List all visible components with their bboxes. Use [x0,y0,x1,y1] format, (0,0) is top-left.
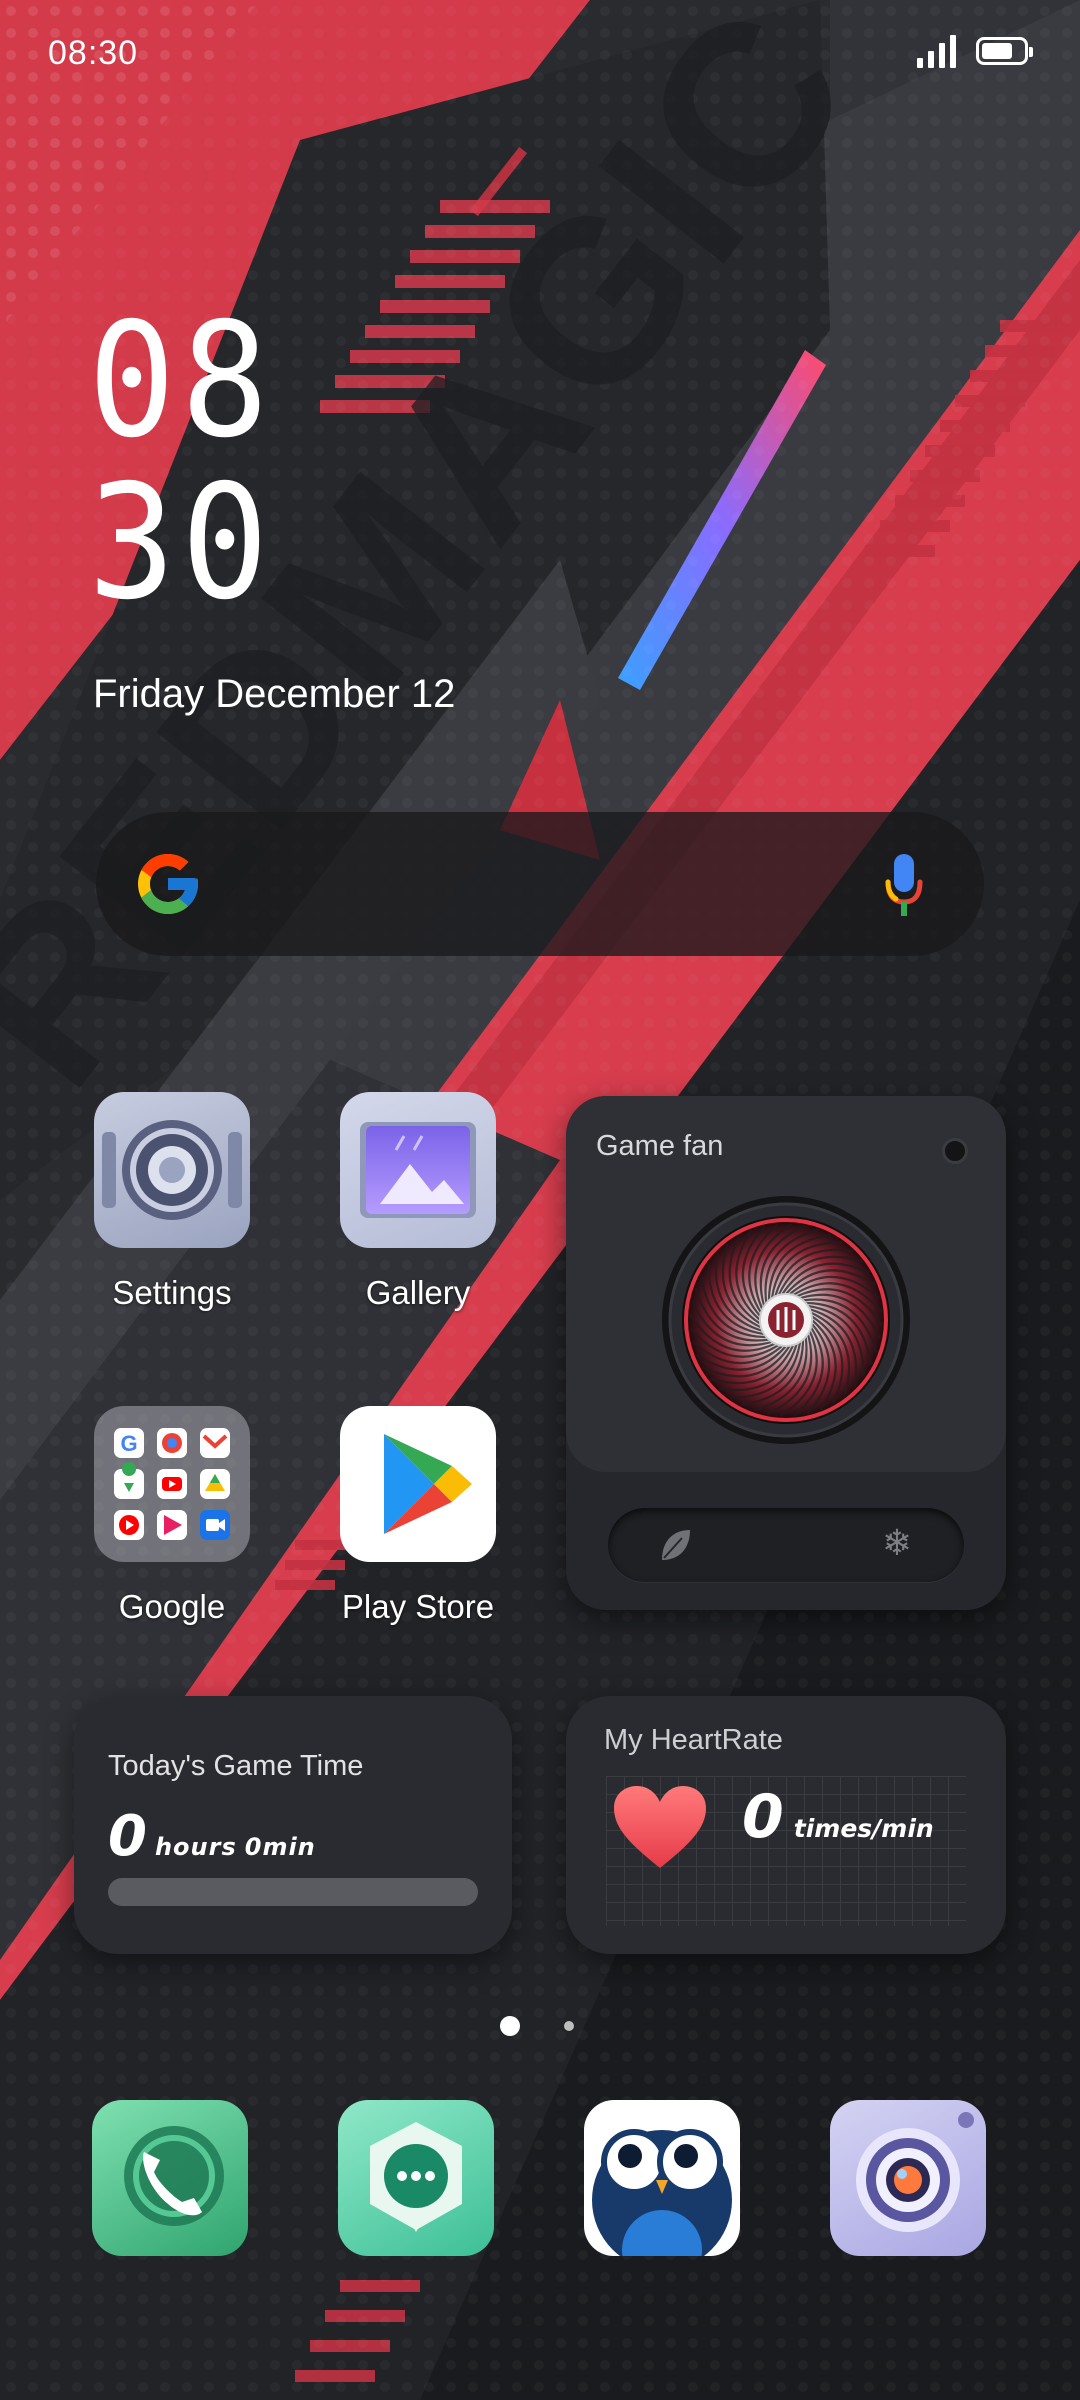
status-icons [917,34,1033,68]
dock-owl-app[interactable] [584,2100,740,2256]
app-label: Play Store [341,1588,495,1625]
game-time-hours: 0 [108,1804,147,1869]
heart-rate-number: 0 [742,1782,784,1852]
heart-rate-title: My HeartRate [604,1724,783,1756]
game-time-value: 0 hours 0min [108,1804,316,1869]
status-time: 08:30 [48,34,139,72]
dock-phone[interactable] [92,2100,248,2256]
camera-icon [856,2112,974,2232]
snowflake-icon[interactable]: ❄ [882,1522,912,1564]
dock-camera[interactable] [830,2100,986,2256]
heart-rate-value: 0 times/min [742,1782,934,1852]
clock-minutes: 30 [88,451,275,635]
app-label: Settings [112,1274,232,1311]
battery-icon [976,37,1033,65]
game-time-widget[interactable]: Today's Game Time 0 hours 0min [74,1696,512,1954]
leaf-icon[interactable] [658,1526,694,1564]
signal-icon [917,34,956,68]
page-dot [564,2021,574,2031]
clock-widget[interactable]: 08 30 [88,300,290,624]
fan-status-dot [942,1138,968,1164]
dock-messages[interactable] [338,2100,494,2256]
app-gallery[interactable]: Gallery [338,1092,498,1312]
svg-text:G: G [120,1431,137,1456]
gallery-icon [340,1092,496,1248]
app-settings[interactable]: Settings [92,1092,252,1312]
phone-icon [124,2126,224,2226]
page-indicator [500,2016,574,2036]
app-folder-google[interactable]: G Google [92,1406,252,1626]
google-folder-icon: G [94,1406,250,1562]
messages-icon [370,2122,462,2232]
app-play-store[interactable]: Play Store [338,1406,498,1626]
fan-mode-toggle[interactable]: ❄ [608,1508,964,1582]
battery-level [982,43,1012,59]
page-dot-active [500,2016,520,2036]
app-label: Gallery [365,1274,471,1311]
heart-rate-widget[interactable]: My HeartRate 0 times/min [566,1696,1006,1954]
app-label: Google [118,1588,226,1625]
fan-title: Game fan [596,1130,724,1162]
google-search-bar[interactable] [96,812,984,956]
google-g-icon [138,854,198,914]
heart-icon [614,1786,706,1868]
game-time-progress-bar [108,1878,478,1906]
play-store-icon [340,1406,496,1562]
mic-icon[interactable] [884,852,924,922]
fan-icon[interactable] [658,1192,914,1448]
clock-hours: 08 [88,289,275,473]
heart-rate-unit: times/min [793,1814,934,1843]
owl-app-icon [592,2129,732,2256]
date-text: Friday December 12 [93,672,456,716]
game-time-hours-unit: hours [154,1833,237,1861]
game-fan-widget[interactable]: Game fan ❄ [566,1096,1006,1610]
game-time-title: Today's Game Time [108,1750,364,1782]
game-time-minutes: 0min [244,1833,316,1861]
settings-gear-icon [94,1092,250,1248]
